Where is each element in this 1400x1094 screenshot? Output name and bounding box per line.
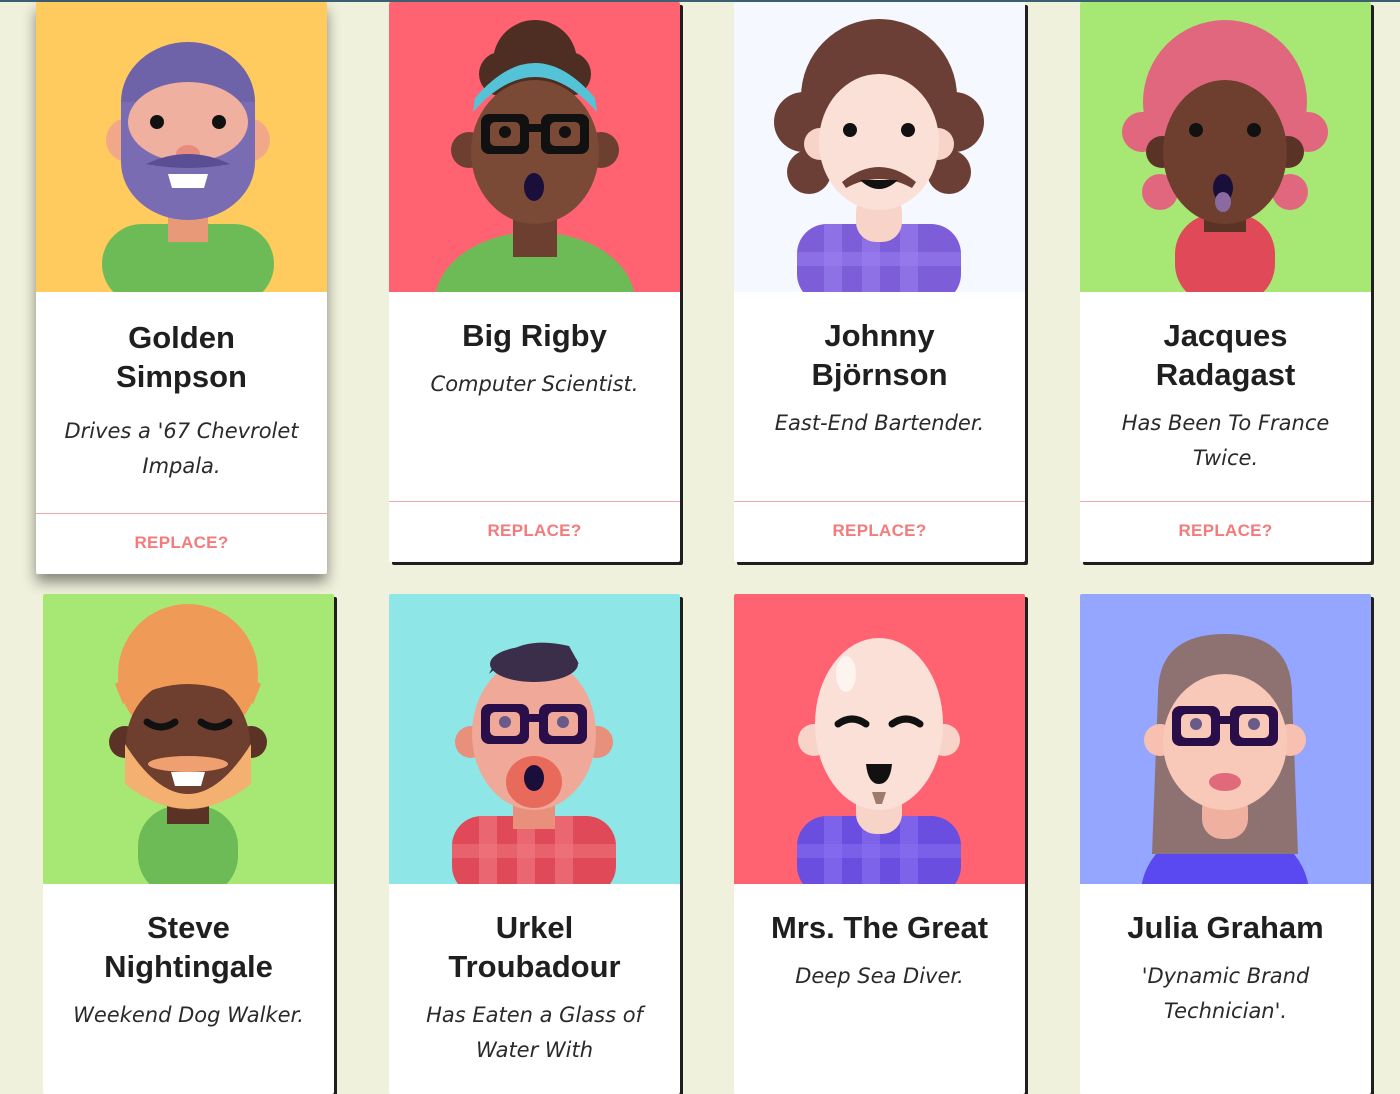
avatar-illustration [102, 42, 274, 292]
profile-card-jacques-radagast: Jacques Radagast Has Been To France Twic… [1080, 2, 1371, 562]
card-footer: REPLACE? [1080, 501, 1371, 562]
avatar [36, 2, 327, 292]
person-name: Steve Nightingale [104, 910, 273, 984]
person-name: Big Rigby [462, 318, 607, 353]
avatar [734, 594, 1025, 884]
person-name: Jacques Radagast [1155, 318, 1296, 392]
person-bio: Has Eaten a Glass of Water With [426, 1003, 643, 1062]
person-name: Urkel Troubadour [448, 910, 621, 984]
card-footer: REPLACE? [389, 501, 680, 562]
person-bio: Has Been To France Twice. [1121, 411, 1330, 470]
avatar-illustration [797, 638, 961, 884]
profile-card-steve-nightingale: Steve Nightingale Weekend Dog Walker. [43, 594, 334, 1094]
person-bio: 'Dynamic Brand Technician'. [1141, 964, 1310, 1023]
person-name: Julia Graham [1127, 910, 1324, 945]
profile-card-urkel-troubadour: Urkel Troubadour Has Eaten a Glass of Wa… [389, 594, 680, 1094]
replace-button[interactable]: REPLACE? [1178, 521, 1272, 541]
avatar [389, 2, 680, 292]
avatar-illustration [452, 642, 616, 884]
profile-card-mrs-the-great: Mrs. The Great Deep Sea Diver. [734, 594, 1025, 1094]
replace-button[interactable]: REPLACE? [832, 521, 926, 541]
profile-card-big-rigby: Big Rigby Computer Scientist. REPLACE? [389, 2, 680, 562]
person-bio: East-End Bartender. [774, 411, 985, 435]
person-bio: Computer Scientist. [430, 372, 639, 396]
card-footer: REPLACE? [734, 501, 1025, 562]
avatar [389, 594, 680, 884]
person-name: Johnny Björnson [811, 318, 948, 392]
avatar-illustration [436, 20, 634, 292]
profile-card-johnny-bjornson: Johnny Björnson East-End Bartender. REPL… [734, 2, 1025, 562]
card-footer: REPLACE? [36, 513, 327, 574]
avatar [43, 594, 334, 884]
person-bio: Deep Sea Diver. [795, 964, 964, 988]
replace-button[interactable]: REPLACE? [134, 533, 228, 553]
person-bio: Weekend Dog Walker. [73, 1003, 304, 1027]
person-name: Golden Simpson [116, 320, 247, 394]
avatar-illustration [109, 604, 267, 884]
avatar [1080, 594, 1371, 884]
avatar [1080, 2, 1371, 292]
avatar-illustration [1122, 20, 1328, 292]
person-bio: Drives a '67 Chevrolet Impala. [64, 419, 299, 478]
avatar-illustration [1141, 634, 1309, 884]
avatar [734, 2, 1025, 292]
profile-card-golden-simpson: Golden Simpson Drives a '67 Chevrolet Im… [36, 2, 327, 574]
person-name: Mrs. The Great [770, 910, 989, 945]
avatar-illustration [774, 19, 984, 292]
profile-card-julia-graham: Julia Graham 'Dynamic Brand Technician'. [1080, 594, 1371, 1094]
replace-button[interactable]: REPLACE? [487, 521, 581, 541]
